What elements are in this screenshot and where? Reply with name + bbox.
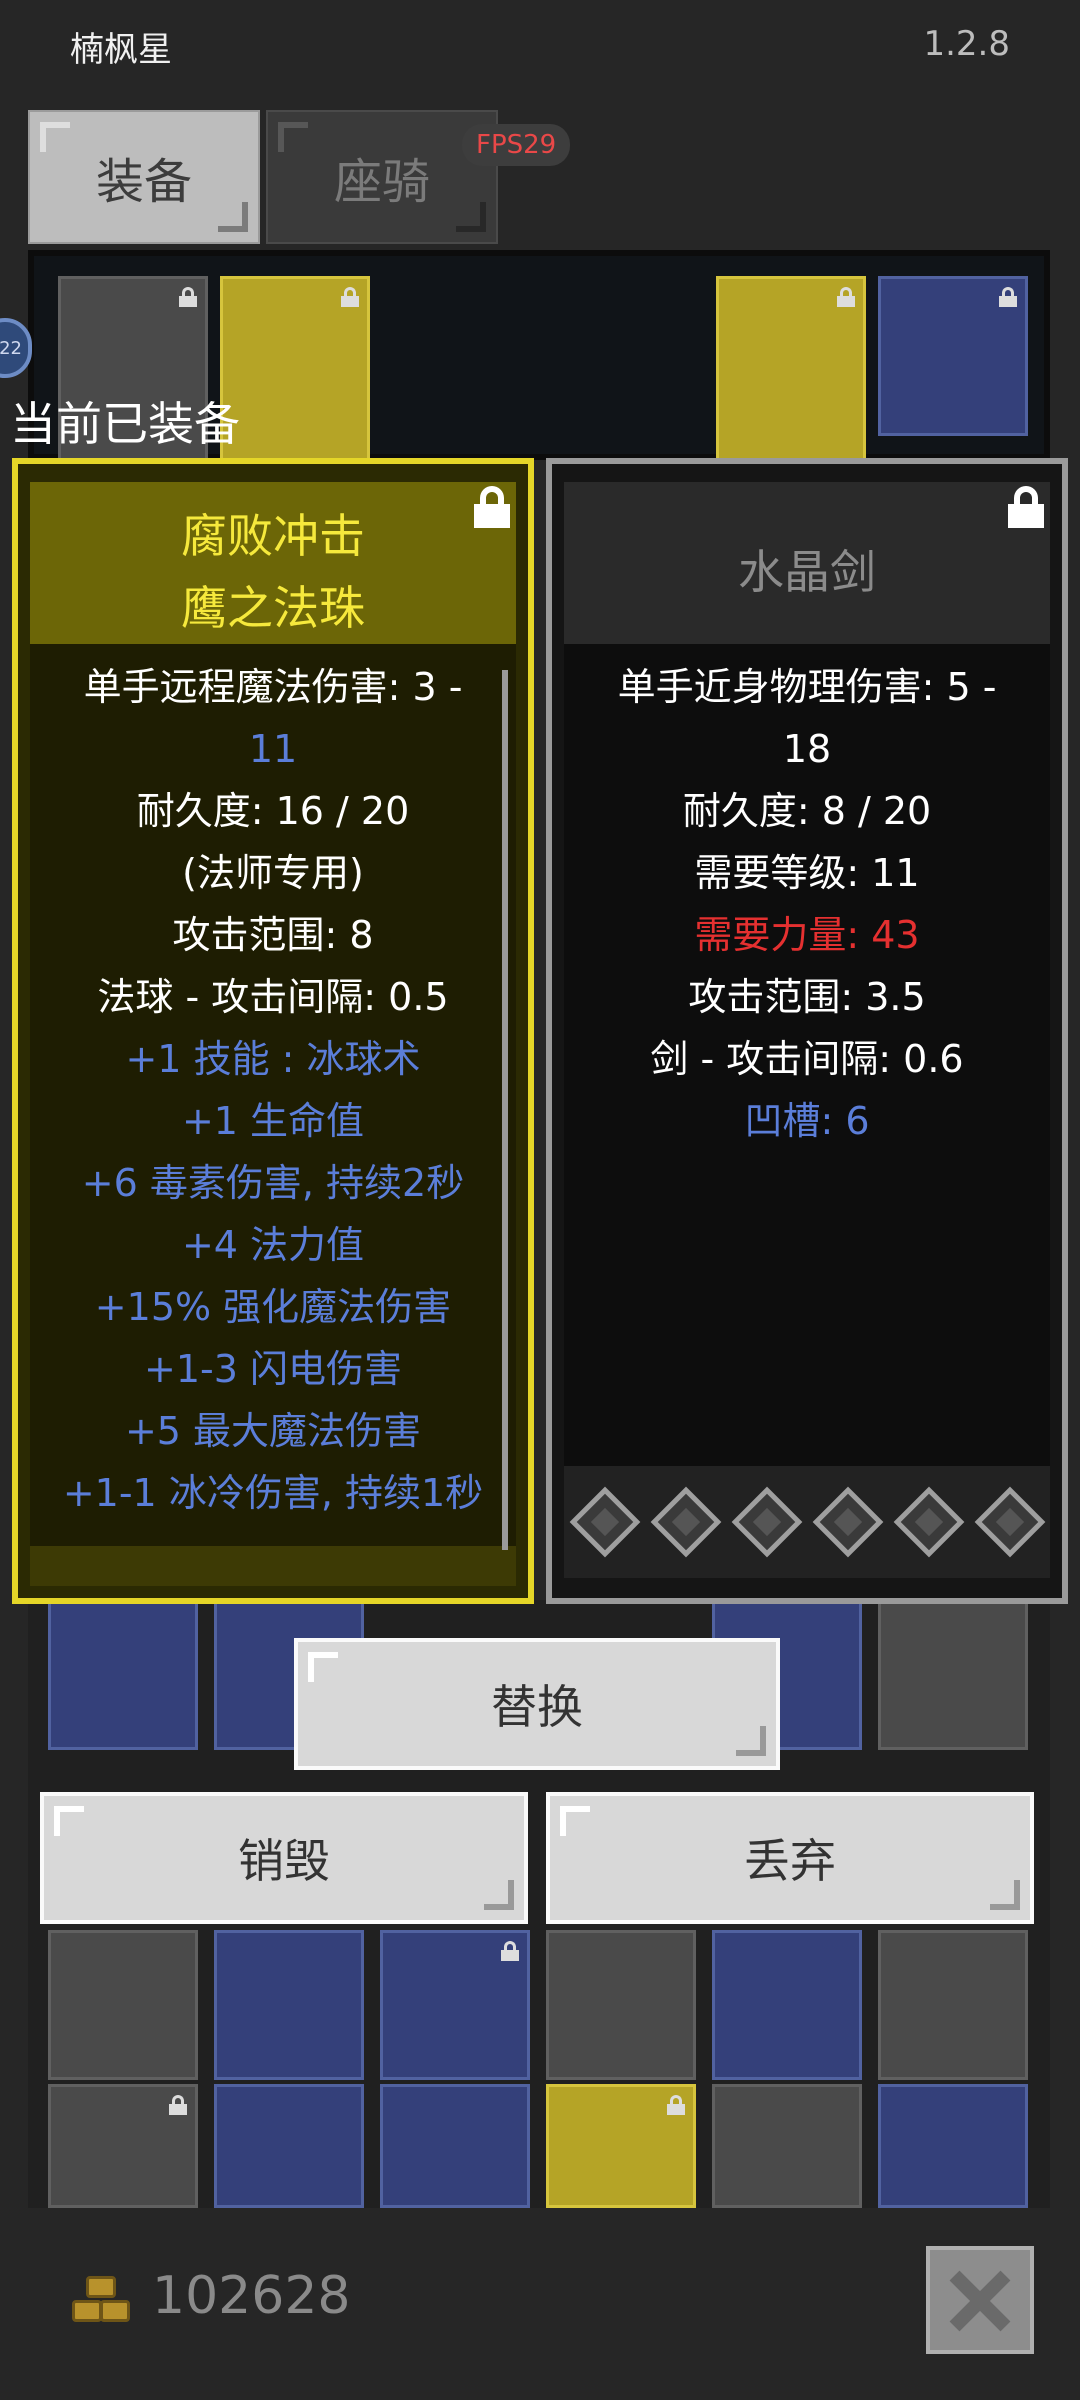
equip-slot-weapon[interactable] (220, 276, 370, 476)
inventory-slot[interactable] (214, 1930, 364, 2080)
lock-icon (169, 2095, 187, 2115)
replace-button-label: 替换 (491, 1680, 583, 1734)
lock-icon (179, 287, 197, 307)
stat-line: +15% 强化魔法伤害 (94, 1285, 452, 1329)
inventory-slot[interactable] (380, 1930, 530, 2080)
stat-line: 单手近身物理伤害: 5 - (617, 665, 997, 709)
equipped-item-stats: 单手远程魔法伤害: 3 - 11 耐久度: 16 / 20 (法师专用) 攻击范… (32, 656, 514, 1524)
inventory-slot[interactable] (878, 2084, 1028, 2208)
lock-icon (501, 1941, 519, 1961)
equip-slot-amulet[interactable] (878, 276, 1028, 436)
stat-line: +4 法力值 (181, 1223, 365, 1267)
discard-button-label: 丢弃 (744, 1834, 836, 1888)
stat-line: 耐久度: 8 / 20 (682, 789, 932, 833)
close-button[interactable] (926, 2246, 1034, 2354)
fps-counter: FPS29 (462, 124, 571, 166)
inventory-slot[interactable] (712, 2084, 862, 2208)
stat-line: 11 (248, 727, 298, 771)
discard-button[interactable]: 丢弃 (546, 1792, 1034, 1924)
equipped-item-panel: 腐败冲击 鹰之法珠 单手远程魔法伤害: 3 - 11 耐久度: 16 / 20 … (12, 458, 534, 1604)
stat-line: 耐久度: 16 / 20 (136, 789, 410, 833)
equipped-label: 当前已装备 (10, 397, 240, 451)
stat-line: 剑 - 攻击间隔: 0.6 (650, 1037, 964, 1081)
equipped-item-prefix: 腐败冲击 (181, 509, 365, 563)
stat-line: 攻击范围: 8 (172, 913, 374, 957)
stat-line: +1 生命值 (181, 1099, 365, 1143)
lock-icon (999, 287, 1017, 307)
tab-mount[interactable]: 座骑 (266, 110, 498, 244)
stat-line: 凹槽: 6 (744, 1099, 870, 1143)
stat-line: 18 (782, 727, 832, 771)
replace-button[interactable]: 替换 (294, 1638, 780, 1770)
destroy-button[interactable]: 销毁 (40, 1792, 528, 1924)
socket-icon (569, 1486, 640, 1558)
stat-line: 单手远程魔法伤害: 3 - (83, 665, 463, 709)
inventory-slot[interactable] (48, 1930, 198, 2080)
inventory-slot[interactable] (878, 1600, 1028, 1750)
stats-scrollbar[interactable] (502, 670, 508, 1550)
inventory-slot[interactable] (878, 1930, 1028, 2080)
tab-equipment-label: 装备 (95, 154, 192, 210)
inventory-slot[interactable] (712, 1930, 862, 2080)
gold-coin-icon (72, 2276, 132, 2330)
socket-icon (650, 1486, 721, 1558)
app-title: 楠枫星 (70, 30, 172, 70)
equipped-item-name: 鹰之法珠 (181, 581, 365, 635)
stat-line: +1-3 闪电伤害 (144, 1347, 402, 1391)
lock-icon (341, 287, 359, 307)
stat-line: 攻击范围: 3.5 (688, 975, 926, 1019)
inventory-slot[interactable] (546, 1930, 696, 2080)
compare-item-name: 水晶剑 (738, 545, 876, 599)
lock-icon[interactable] (1008, 486, 1044, 528)
compare-item-panel: 水晶剑 单手近身物理伤害: 5 - 18 耐久度: 8 / 20 需要等级: 1… (546, 458, 1068, 1604)
lock-icon (837, 287, 855, 307)
socket-icon (812, 1486, 883, 1558)
stat-line: +5 最大魔法伤害 (124, 1409, 422, 1453)
stat-line: +1 技能 : 冰球术 (125, 1037, 421, 1081)
socket-icon (731, 1486, 802, 1558)
equip-slot-armor[interactable] (716, 276, 866, 476)
lock-icon (667, 2095, 685, 2115)
stat-line: 法球 - 攻击间隔: 0.5 (97, 975, 449, 1019)
inventory-slot[interactable] (214, 2084, 364, 2208)
gold-amount: 102628 (152, 2266, 351, 2326)
stat-line: (法师专用) (182, 851, 364, 895)
socket-row (564, 1466, 1050, 1578)
stat-line: +1-1 冰冷伤害, 持续1秒 (62, 1471, 484, 1515)
stat-line: 需要力量: 43 (694, 913, 920, 957)
socket-icon (974, 1486, 1045, 1558)
stat-line: +6 毒素伤害, 持续2秒 (81, 1161, 465, 1205)
compare-item-stats: 单手近身物理伤害: 5 - 18 耐久度: 8 / 20 需要等级: 11 需要… (566, 656, 1048, 1152)
inventory-slot[interactable] (48, 1600, 198, 1750)
destroy-button-label: 销毁 (238, 1834, 330, 1888)
tab-equipment[interactable]: 装备 (28, 110, 260, 244)
inventory-slot[interactable] (380, 2084, 530, 2208)
socket-icon (893, 1486, 964, 1558)
tab-mount-label: 座骑 (333, 154, 430, 210)
inventory-slot[interactable] (546, 2084, 696, 2208)
inventory-slot[interactable] (48, 2084, 198, 2208)
stat-line: 需要等级: 11 (694, 851, 920, 895)
version-label: 1.2.8 (923, 24, 1010, 64)
